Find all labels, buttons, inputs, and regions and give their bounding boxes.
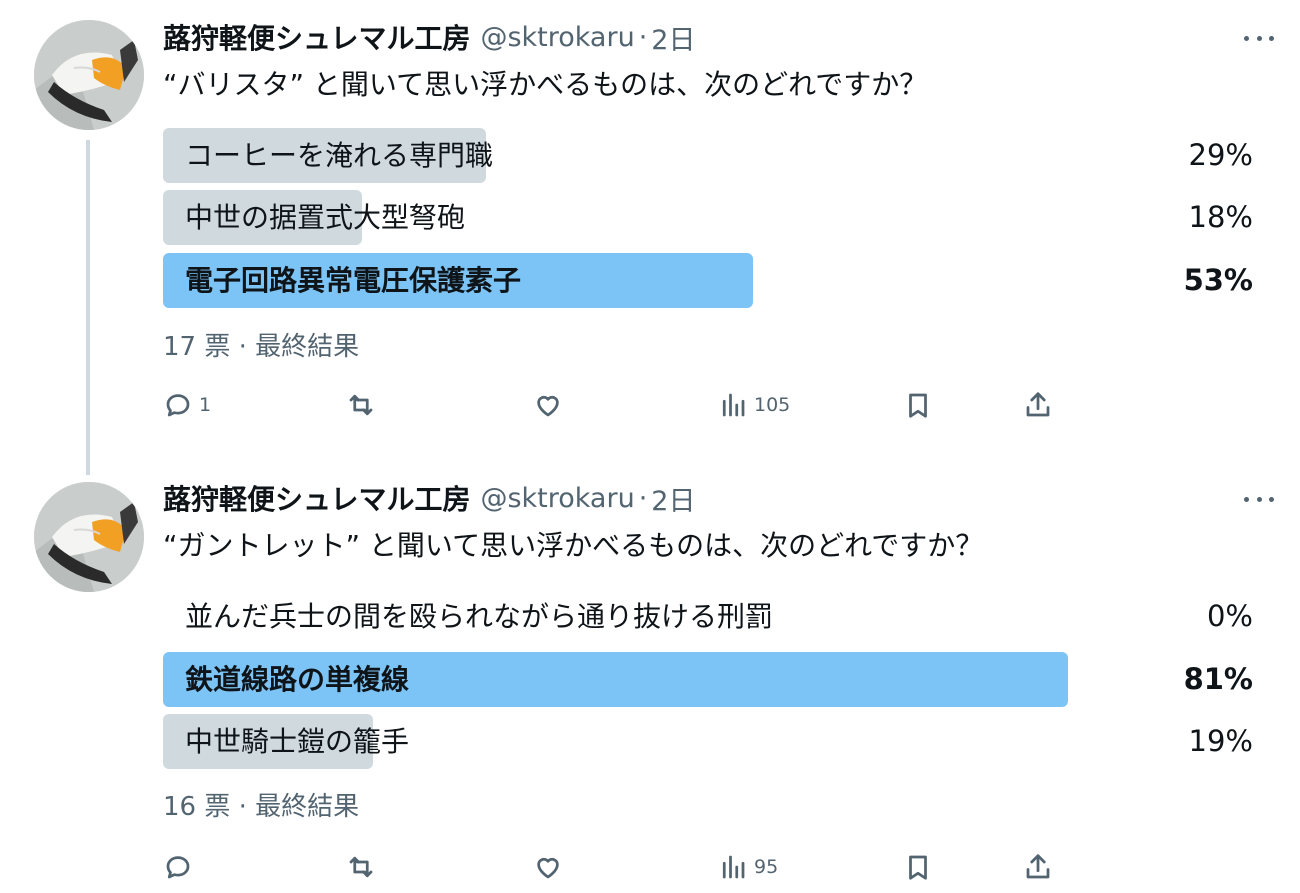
share-button[interactable] <box>1023 385 1053 425</box>
poll-option-percent: 19% <box>1188 724 1253 758</box>
bookmark-icon <box>909 855 927 880</box>
poll-option-label: 電子回路異常電圧保護素子 <box>185 264 522 297</box>
butterfly-avatar-image <box>34 482 144 592</box>
separator-dot: · <box>638 482 648 514</box>
poll-option: 中世の据置式大型弩砲 18% <box>163 190 1253 245</box>
views-icon <box>722 855 745 879</box>
poll-option-percent: 18% <box>1188 200 1253 234</box>
author-name[interactable]: 蕗狩軽便シュレマル工房 <box>163 478 470 518</box>
share-icon <box>1026 854 1050 879</box>
poll-question: “バリスタ” と聞いて思い浮かべるものは、次のどれですか？ <box>163 68 928 101</box>
poll-option-winner: 鉄道線路の単複線 81% <box>163 652 1253 707</box>
bookmark-button[interactable] <box>903 847 933 887</box>
tweet-1[interactable]: 蕗狩軽便シュレマル工房 @sktrokaru · 2日 “バリスタ” と聞いて思… <box>0 0 1300 475</box>
like-icon <box>537 395 559 417</box>
like-icon <box>537 857 559 879</box>
retweet-button[interactable] <box>346 847 376 887</box>
views-button[interactable]: 95 <box>718 847 778 887</box>
views-icon <box>722 393 745 417</box>
like-button[interactable] <box>533 385 563 425</box>
retweet-icon <box>349 394 373 416</box>
poll-option: 並んだ兵士の間を殴られながら通り抜ける刑罰 0% <box>163 589 1253 644</box>
author-handle[interactable]: @sktrokaru <box>480 483 634 514</box>
tweet-header: 蕗狩軽便シュレマル工房 @sktrokaru · 2日 <box>163 476 695 520</box>
tweet-header: 蕗狩軽便シュレマル工房 @sktrokaru · 2日 <box>163 15 695 59</box>
poll-option: 中世騎士鎧の籠手 19% <box>163 714 1253 769</box>
retweet-button[interactable] <box>346 385 376 425</box>
more-icon[interactable] <box>1244 484 1274 514</box>
view-count: 95 <box>754 856 779 878</box>
poll-meta: 17 票 · 最終結果 <box>163 332 360 362</box>
poll-option-label: 中世の据置式大型弩砲 <box>185 201 466 234</box>
poll-option-winner: 電子回路異常電圧保護素子 53% <box>163 253 1253 308</box>
timestamp[interactable]: 2日 <box>651 18 695 57</box>
timestamp[interactable]: 2日 <box>651 479 695 518</box>
reply-icon <box>166 394 190 417</box>
poll-option-percent: 81% <box>1183 662 1253 696</box>
views-button[interactable]: 105 <box>718 385 790 425</box>
tweet-2[interactable]: 蕗狩軽便シュレマル工房 @sktrokaru · 2日 “ガントレット” と聞い… <box>0 470 1300 893</box>
poll-meta: 16 票 · 最終結果 <box>163 792 360 822</box>
poll-option-label: 並んだ兵士の間を殴られながら通り抜ける刑罰 <box>185 600 774 633</box>
poll-option: コーヒーを淹れる専門職 29% <box>163 128 1253 183</box>
poll-option-percent: 29% <box>1188 138 1253 172</box>
author-name[interactable]: 蕗狩軽便シュレマル工房 <box>163 17 470 57</box>
bookmark-icon <box>909 393 927 418</box>
poll-option-percent: 53% <box>1183 263 1253 297</box>
thread-connector-line <box>86 140 90 475</box>
reply-count: 1 <box>199 394 212 416</box>
bookmark-button[interactable] <box>903 385 933 425</box>
action-bar: 1 105 <box>163 385 1263 425</box>
poll-option-label: 中世騎士鎧の籠手 <box>185 725 410 758</box>
reply-button[interactable]: 1 <box>163 385 211 425</box>
avatar[interactable] <box>34 482 144 592</box>
more-icon[interactable] <box>1244 23 1274 53</box>
action-bar: 95 <box>163 847 1263 887</box>
author-handle[interactable]: @sktrokaru <box>480 22 634 53</box>
poll-option-label: コーヒーを淹れる専門職 <box>185 139 494 172</box>
retweet-icon <box>349 856 373 878</box>
like-button[interactable] <box>533 847 563 887</box>
butterfly-avatar-image <box>34 20 144 130</box>
reply-button[interactable] <box>163 847 199 887</box>
separator-dot: · <box>638 21 648 53</box>
poll-option-label: 鉄道線路の単複線 <box>185 663 410 696</box>
share-icon <box>1026 392 1050 417</box>
poll-option-percent: 0% <box>1206 599 1253 633</box>
poll-question: “ガントレット” と聞いて思い浮かべるものは、次のどれですか？ <box>163 529 984 562</box>
share-button[interactable] <box>1023 847 1053 887</box>
avatar[interactable] <box>34 20 144 130</box>
reply-icon <box>166 856 190 879</box>
view-count: 105 <box>754 394 791 416</box>
